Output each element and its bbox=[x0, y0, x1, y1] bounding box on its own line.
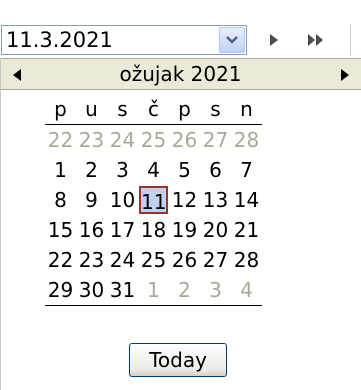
day-cell[interactable]: 8 bbox=[45, 185, 76, 215]
day-cell[interactable]: 29 bbox=[45, 275, 76, 306]
weekday-label: n bbox=[231, 94, 262, 125]
week-row: 8 9 10 11 12 13 14 bbox=[45, 185, 262, 215]
date-toolbar bbox=[0, 0, 361, 56]
day-cell[interactable]: 13 bbox=[200, 185, 231, 215]
day-cell[interactable]: 27 bbox=[200, 125, 231, 156]
day-cell[interactable]: 23 bbox=[76, 245, 107, 275]
day-cell[interactable]: 28 bbox=[231, 245, 262, 275]
calendar-header: ožujak 2021 bbox=[0, 58, 361, 90]
day-cell[interactable]: 22 bbox=[45, 245, 76, 275]
day-cell[interactable]: 12 bbox=[169, 185, 200, 215]
day-cell[interactable]: 25 bbox=[138, 245, 169, 275]
day-cell[interactable]: 2 bbox=[76, 155, 107, 185]
weekday-label: č bbox=[138, 94, 169, 125]
weekday-label: s bbox=[107, 94, 138, 125]
day-cell[interactable]: 21 bbox=[231, 215, 262, 245]
weekday-label: u bbox=[76, 94, 107, 125]
day-cell[interactable]: 27 bbox=[200, 245, 231, 275]
week-row: 22 23 24 25 26 27 28 bbox=[45, 245, 262, 275]
day-cell[interactable]: 17 bbox=[107, 215, 138, 245]
day-cell[interactable]: 30 bbox=[76, 275, 107, 306]
selected-day: 11 bbox=[139, 186, 168, 214]
weekday-label: s bbox=[200, 94, 231, 125]
day-cell[interactable]: 6 bbox=[200, 155, 231, 185]
date-input[interactable] bbox=[2, 26, 212, 54]
next-button[interactable] bbox=[258, 26, 290, 54]
day-cell[interactable]: 26 bbox=[169, 125, 200, 156]
day-cell[interactable]: 25 bbox=[138, 125, 169, 156]
calendar-grid: pusčpsn 22 23 24 25 26 27 28 1 2 3 4 5 6 7 8 9 10 11 12 13 1… bbox=[45, 94, 262, 306]
dropdown-button[interactable] bbox=[219, 27, 245, 53]
day-cell[interactable]: 4 bbox=[231, 275, 262, 306]
day-cell[interactable]: 3 bbox=[200, 275, 231, 306]
day-cell[interactable]: 2 bbox=[169, 275, 200, 306]
calendar-left-border bbox=[0, 58, 1, 390]
week-row: 29 30 31 1 2 3 4 bbox=[45, 275, 262, 306]
month-title: ožujak 2021 bbox=[119, 62, 242, 86]
chevron-down-icon bbox=[226, 36, 238, 44]
weekday-header-row: pusčpsn bbox=[45, 94, 262, 125]
weekday-label: p bbox=[169, 94, 200, 125]
weekday-label: p bbox=[45, 94, 76, 125]
day-cell[interactable]: 4 bbox=[138, 155, 169, 185]
day-cell[interactable]: 24 bbox=[107, 245, 138, 275]
day-cell[interactable]: 22 bbox=[45, 125, 76, 156]
triangle-right-icon bbox=[340, 68, 349, 81]
day-cell[interactable]: 28 bbox=[231, 125, 262, 156]
next-month-button[interactable] bbox=[329, 59, 359, 90]
day-cell[interactable]: 3 bbox=[107, 155, 138, 185]
calendar-popup: ožujak 2021 pusčpsn 22 23 24 25 26 27 28 1 2 3 4 5 6… bbox=[0, 58, 361, 390]
fast-forward-button[interactable] bbox=[300, 26, 332, 54]
day-cell[interactable]: 10 bbox=[107, 185, 138, 215]
selected-day-cell[interactable]: 11 bbox=[138, 185, 169, 215]
today-button[interactable]: Today bbox=[129, 343, 227, 377]
date-combobox[interactable] bbox=[1, 25, 247, 55]
week-row: 1234567 bbox=[45, 155, 262, 185]
day-cell[interactable]: 24 bbox=[107, 125, 138, 156]
day-cell[interactable]: 19 bbox=[169, 215, 200, 245]
toolbar-divider bbox=[350, 24, 351, 56]
day-cell[interactable]: 14 bbox=[231, 185, 262, 215]
week-row: 22 23 24 25 26 27 28 bbox=[45, 125, 262, 156]
day-cell[interactable]: 16 bbox=[76, 215, 107, 245]
day-cell[interactable]: 31 bbox=[107, 275, 138, 306]
day-cell[interactable]: 20 bbox=[200, 215, 231, 245]
day-cell[interactable]: 15 bbox=[45, 215, 76, 245]
day-cell[interactable]: 26 bbox=[169, 245, 200, 275]
day-cell[interactable]: 1 bbox=[138, 275, 169, 306]
day-cell[interactable]: 7 bbox=[231, 155, 262, 185]
day-cell[interactable]: 5 bbox=[169, 155, 200, 185]
day-cell[interactable]: 18 bbox=[138, 215, 169, 245]
day-cell[interactable]: 9 bbox=[76, 185, 107, 215]
day-cell[interactable]: 1 bbox=[45, 155, 76, 185]
play-right-icon bbox=[270, 34, 278, 46]
day-cell[interactable]: 23 bbox=[76, 125, 107, 156]
week-row: 15 16 17 18 19 20 21 bbox=[45, 215, 262, 245]
fast-forward-icon bbox=[308, 34, 323, 46]
